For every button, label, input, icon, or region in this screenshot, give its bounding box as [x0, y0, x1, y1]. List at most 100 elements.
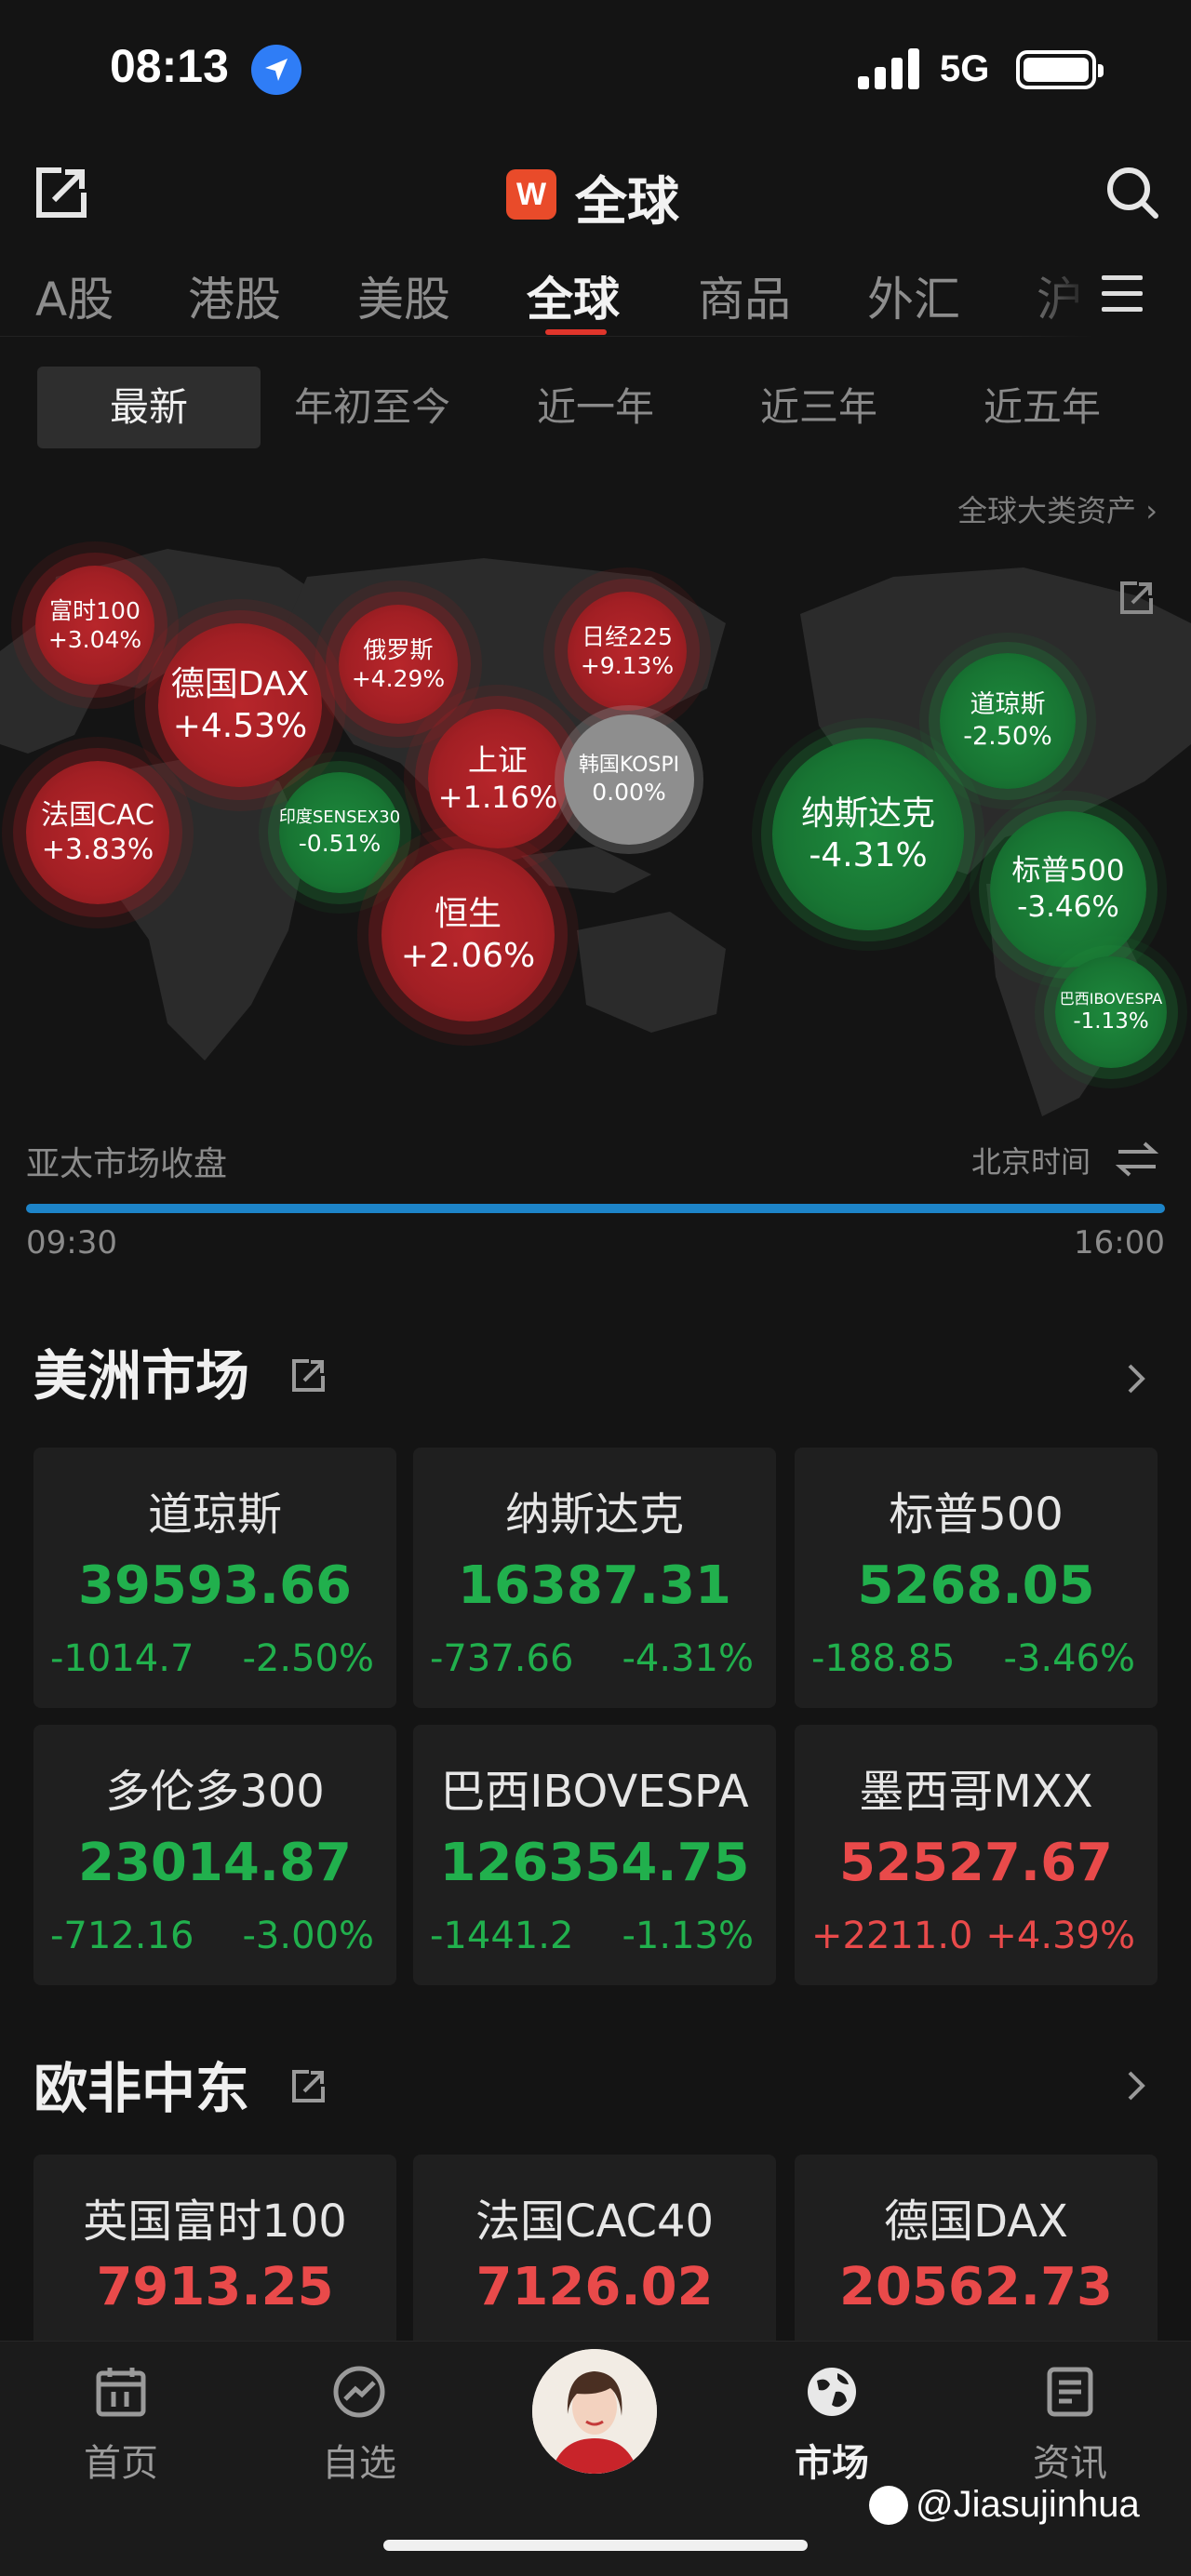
watermark-logo-icon	[869, 2486, 908, 2525]
card-change: -188.85	[811, 1637, 956, 1680]
index-card-nasdaq[interactable]: 纳斯达克 16387.31 -737.66 -4.31%	[413, 1448, 776, 1708]
card-price: 39593.66	[77, 1555, 353, 1616]
card-change-pct: -1.13%	[622, 1915, 754, 1957]
session-progress-bar	[26, 1204, 1165, 1213]
index-bubble-name: 韩国KOSPI	[578, 753, 680, 777]
index-bubble-change: +4.29%	[351, 665, 446, 692]
card-price: 7913.25	[96, 2257, 334, 2317]
index-bubble-change: 0.00%	[592, 779, 666, 807]
active-tab-indicator	[545, 329, 607, 335]
index-bubble-name: 印度SENSEX30	[278, 808, 401, 828]
period-ytd[interactable]: 年初至今	[261, 367, 484, 448]
card-change-pct: +4.39%	[985, 1915, 1135, 1957]
nav-label: 首页	[84, 2442, 158, 2485]
index-bubble-dowjones[interactable]: 道琼斯 -2.50%	[940, 653, 1076, 789]
cellular-signal-icon	[858, 48, 919, 89]
index-bubble-name: 上证	[467, 742, 528, 778]
card-price: 52527.67	[838, 1833, 1114, 1893]
nav-label: 市场	[795, 2442, 869, 2485]
menu-icon[interactable]	[1102, 275, 1143, 313]
world-map: 富时100 +3.04% 德国DAX +4.53% 俄罗斯 +4.29% 日经2…	[0, 540, 1191, 1116]
index-card-mxx[interactable]: 墨西哥MXX 52527.67 +2211.0 +4.39%	[795, 1725, 1158, 1985]
tab-commodities[interactable]: 商品	[698, 262, 791, 329]
trend-icon	[331, 2364, 387, 2420]
index-bubble-ftse100[interactable]: 富时100 +3.04%	[35, 566, 154, 685]
session-open-time: 09:30	[26, 1224, 117, 1261]
index-bubble-name: 恒生	[434, 895, 502, 933]
index-bubble-name: 德国DAX	[170, 665, 310, 703]
section-title-americas: 美洲市场	[33, 1344, 250, 1408]
card-change: -1014.7	[50, 1637, 194, 1680]
period-3y[interactable]: 近三年	[707, 367, 930, 448]
tab-a-shares[interactable]: A股	[35, 262, 114, 329]
period-latest[interactable]: 最新	[37, 367, 261, 448]
card-price: 23014.87	[77, 1833, 353, 1893]
index-bubble-change: -1.13%	[1073, 1008, 1149, 1034]
map-share-icon[interactable]	[1118, 579, 1156, 616]
section-title-emea: 欧非中东	[33, 2057, 250, 2120]
tab-us-stocks[interactable]: 美股	[357, 262, 450, 329]
tab-hk-stocks[interactable]: 港股	[188, 262, 281, 329]
swap-arrows-icon[interactable]	[1115, 1141, 1159, 1178]
index-bubble-change: +2.06%	[400, 937, 536, 975]
index-card-sp500[interactable]: 标普500 5268.05 -188.85 -3.46%	[795, 1448, 1158, 1708]
index-bubble-name: 巴西IBOVESPA	[1059, 989, 1163, 1008]
global-assets-link[interactable]: 全球大类资产 ›	[957, 487, 1158, 530]
card-price: 5268.05	[857, 1555, 1095, 1616]
market-tabs: A股 港股 美股 全球 商品 外汇 沪	[0, 251, 1191, 337]
location-arrow-icon	[251, 45, 301, 95]
index-bubble-russia[interactable]: 俄罗斯 +4.29%	[339, 605, 458, 724]
chevron-right-icon[interactable]	[1122, 2067, 1150, 2104]
card-change: +2211.0	[811, 1915, 973, 1957]
card-change: -1441.2	[430, 1915, 574, 1957]
period-5y[interactable]: 近五年	[930, 367, 1154, 448]
brand-logo: W	[506, 169, 556, 220]
beijing-time-label: 北京时间	[970, 1144, 1091, 1180]
share-icon[interactable]	[290, 2067, 328, 2104]
session-status: 亚太市场收盘	[26, 1145, 228, 1183]
tab-global[interactable]: 全球	[527, 262, 620, 329]
index-bubble-hangseng[interactable]: 恒生 +2.06%	[381, 848, 555, 1021]
chevron-right-icon[interactable]	[1122, 1360, 1150, 1397]
index-bubble-change: -4.31%	[809, 836, 928, 874]
app-header: W 全球	[0, 149, 1191, 242]
index-bubble-sensex30[interactable]: 印度SENSEX30 -0.51%	[279, 772, 400, 893]
card-change: -712.16	[50, 1915, 194, 1957]
card-name: 多伦多300	[105, 1766, 325, 1818]
index-bubble-nikkei225[interactable]: 日经225 +9.13%	[568, 592, 687, 711]
share-icon[interactable]	[290, 1356, 328, 1394]
index-bubble-ibovespa[interactable]: 巴西IBOVESPA -1.13%	[1055, 956, 1167, 1068]
index-bubble-nasdaq[interactable]: 纳斯达克 -4.31%	[772, 739, 964, 930]
tab-forex[interactable]: 外汇	[867, 262, 960, 329]
index-card-dowjones[interactable]: 道琼斯 39593.66 -1014.7 -2.50%	[33, 1448, 396, 1708]
card-name: 德国DAX	[884, 2196, 1068, 2248]
index-bubble-kospi[interactable]: 韩国KOSPI 0.00%	[564, 714, 694, 845]
index-card-tsx300[interactable]: 多伦多300 23014.87 -712.16 -3.00%	[33, 1725, 396, 1985]
index-card-ibovespa[interactable]: 巴西IBOVESPA 126354.75 -1441.2 -1.13%	[413, 1725, 776, 1985]
index-bubble-name: 富时100	[49, 596, 141, 624]
battery-icon	[1016, 50, 1104, 89]
index-bubble-dax[interactable]: 德国DAX +4.53%	[158, 623, 322, 787]
index-bubble-name: 俄罗斯	[363, 635, 434, 663]
nav-label: 自选	[322, 2442, 396, 2485]
card-price: 126354.75	[439, 1833, 750, 1893]
card-name: 巴西IBOVESPA	[440, 1766, 749, 1818]
search-icon[interactable]	[1104, 164, 1161, 221]
share-icon[interactable]	[33, 163, 89, 220]
index-bubble-shanghai[interactable]: 上证 +1.16%	[428, 709, 568, 848]
index-bubble-name: 纳斯达克	[800, 794, 935, 833]
index-bubble-cac[interactable]: 法国CAC +3.83%	[26, 761, 169, 904]
index-bubble-sp500[interactable]: 标普500 -3.46%	[990, 811, 1146, 968]
card-name: 道琼斯	[147, 1488, 282, 1541]
session-close-time: 16:00	[1074, 1224, 1165, 1261]
index-bubble-change: +9.13%	[580, 652, 675, 679]
home-indicator[interactable]	[383, 2540, 808, 2551]
index-bubble-name: 法国CAC	[41, 798, 154, 832]
index-bubble-name: 道琼斯	[970, 690, 1046, 720]
period-1y[interactable]: 近一年	[484, 367, 707, 448]
status-bar: 08:13 5G	[0, 0, 1191, 140]
card-name: 墨西哥MXX	[859, 1766, 1093, 1818]
card-change-pct: -3.46%	[1003, 1637, 1135, 1680]
calendar-icon	[93, 2364, 149, 2420]
assistant-avatar[interactable]	[532, 2349, 657, 2474]
